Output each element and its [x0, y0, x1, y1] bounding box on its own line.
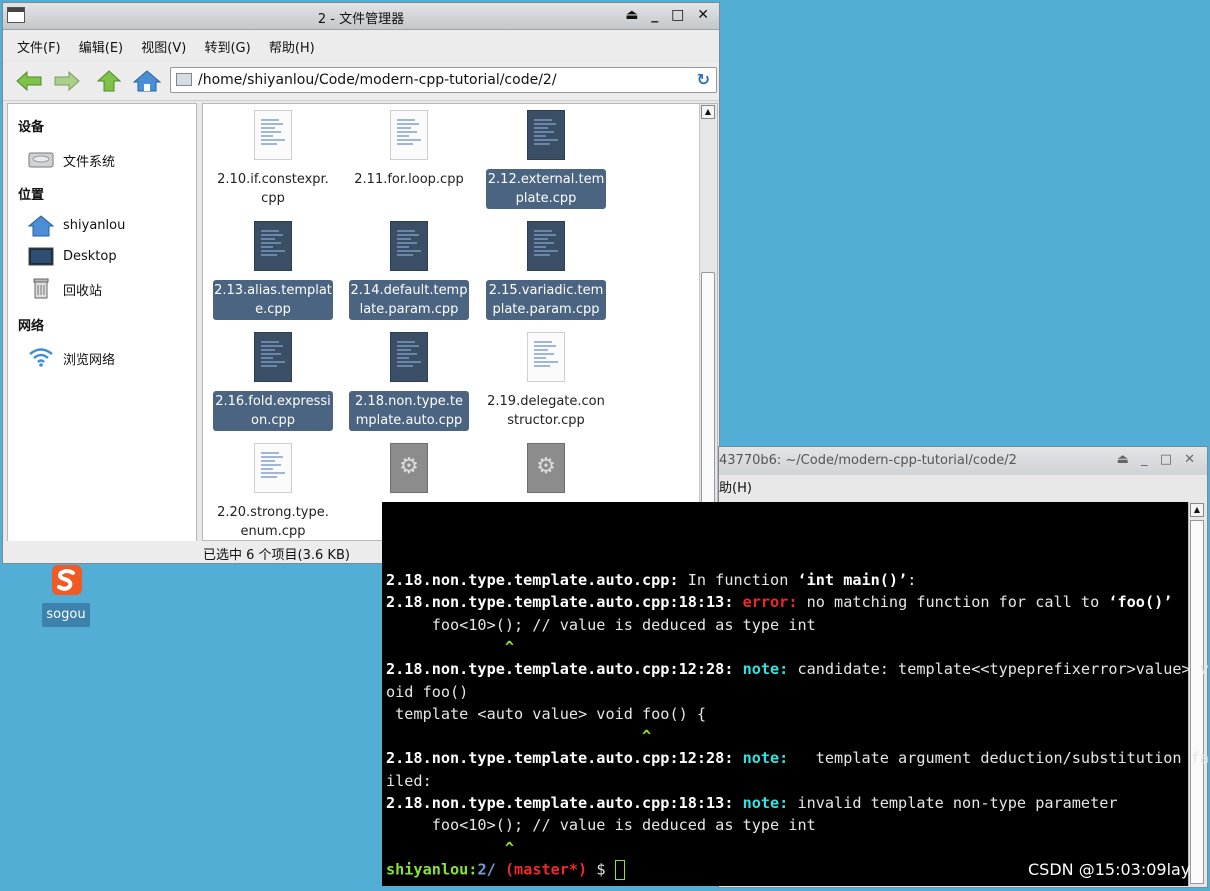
back-arrow-icon[interactable]	[15, 70, 43, 92]
drive-icon	[28, 152, 54, 168]
menu-file[interactable]: 文件(F)	[17, 37, 61, 56]
source-file-icon	[527, 110, 565, 160]
sidebar-item-label: 文件系统	[63, 155, 116, 170]
terminal-line: foo<10>(); // value is deduced as type i…	[386, 816, 816, 835]
source-file-icon	[390, 110, 428, 160]
up-arrow-icon[interactable]	[95, 70, 123, 92]
source-file-icon	[390, 332, 428, 382]
file-name: 2.12.external.template.cpp	[486, 169, 606, 209]
file-manager-window: 2 - 文件管理器 ⏏ _ □ ✕ 文件(F) 编辑(E) 视图(V) 转到(G…	[2, 2, 720, 564]
vertical-scrollbar[interactable]: ▲ ▼	[699, 104, 717, 540]
terminal-cursor	[614, 860, 625, 880]
source-file-icon	[254, 221, 292, 271]
terminal-line: iled:	[386, 771, 432, 790]
menu-view[interactable]: 视图(V)	[141, 37, 186, 56]
file-name: 2.13.alias.template.cpp	[213, 280, 333, 320]
terminal-line: oid foo()	[386, 682, 469, 701]
source-file-icon	[390, 221, 428, 271]
sogou-icon[interactable]	[50, 565, 84, 595]
file-item[interactable]: 2.19.delegate.constructor.cpp	[482, 326, 610, 432]
menu-bar: 文件(F) 编辑(E) 视图(V) 转到(G) 帮助(H)	[3, 30, 719, 60]
prompt-symbol: $	[596, 860, 606, 879]
terminal-line: template <auto value> void foo() {	[386, 704, 707, 723]
menu-edit[interactable]: 编辑(E)	[79, 37, 123, 56]
file-name: 2.11.for.loop.cpp	[354, 172, 464, 187]
terminal-line: 2.18.non.type.template.auto.cpp:18:13: n…	[386, 794, 1118, 812]
sidebar-item-label: shiyanlou	[63, 218, 126, 233]
file-item[interactable]: 2.18.non.type.template.auto.cpp	[345, 326, 473, 432]
source-file-icon	[254, 332, 292, 382]
wifi-icon	[29, 348, 53, 367]
home-icon[interactable]	[133, 70, 161, 92]
file-name: 2.20.strong.type.enum.cpp	[217, 505, 329, 539]
terminal-title: 43770b6: ~/Code/modern-cpp-tutorial/code…	[719, 453, 1017, 468]
file-view[interactable]: 2.10.if.constexpr.cpp 2.11.for.loop.cpp 2.…	[202, 103, 718, 541]
trash-icon	[33, 278, 49, 299]
terminal-line: ^	[386, 637, 515, 656]
scroll-thumb[interactable]	[1190, 520, 1204, 884]
prompt-branch: (master*)	[504, 860, 588, 879]
terminal-prompt[interactable]: shiyanlou:2/ (master*) $	[386, 860, 625, 880]
file-item[interactable]: 2.11.for.loop.cpp	[345, 104, 473, 210]
selection-status: 已选中 6 个项目(3.6 KB)	[203, 548, 350, 563]
location-path[interactable]: /home/shiyanlou/Code/modern-cpp-tutorial…	[198, 72, 557, 88]
terminal-menu-help[interactable]: 助(H)	[719, 477, 752, 496]
watermark: CSDN @15:03:09lay	[1028, 860, 1191, 879]
file-item[interactable]: 2.13.alias.template.cpp	[209, 215, 337, 321]
sidebar-header-devices: 设备	[18, 120, 45, 135]
sidebar: 设备 文件系统 位置 shiyanlou Desktop 回收站 网络 浏览网络	[7, 103, 197, 561]
terminal-line: 2.18.non.type.template.auto.cpp:12:28: n…	[386, 660, 1209, 679]
file-name: 2.14.default.template.param.cpp	[349, 280, 469, 320]
file-name: 2.19.delegate.constructor.cpp	[487, 394, 605, 428]
source-file-icon	[254, 110, 292, 160]
terminal-line: ^	[386, 838, 515, 857]
desktop-icon-label[interactable]: sogou	[42, 603, 90, 627]
prompt-user: shiyanlou	[386, 860, 469, 879]
file-item[interactable]: 2.16.fold.expression.cpp	[209, 326, 337, 432]
file-name: 2.16.fold.expression.cpp	[213, 391, 333, 431]
terminal-line: 2.18.non.type.template.auto.cpp:12:28: n…	[386, 749, 1209, 768]
scroll-up-arrow-icon[interactable]: ▲	[701, 105, 715, 119]
file-name: 2.10.if.constexpr.cpp	[217, 172, 329, 206]
scroll-thumb[interactable]	[701, 272, 715, 517]
terminal-line: 2.18.non.type.template.auto.cpp:18:13: e…	[386, 593, 1173, 612]
terminal-line: foo<10>(); // value is deduced as type i…	[386, 615, 816, 634]
file-item[interactable]: 2.14.default.template.param.cpp	[345, 215, 473, 321]
desktop-icon	[28, 247, 54, 266]
window-controls[interactable]: ⏏ _ □ ✕	[625, 7, 713, 23]
home-icon	[28, 215, 54, 237]
scroll-up-arrow-icon[interactable]: ▲	[1190, 503, 1204, 517]
toolbar: /home/shiyanlou/Code/modern-cpp-tutorial…	[3, 62, 719, 101]
executable-file-icon: ⚙	[390, 443, 428, 493]
terminal-window-controls[interactable]: ⏏ _ □ ✕	[1117, 452, 1199, 467]
sidebar-header-network: 网络	[18, 319, 45, 334]
file-name: 2.18.non.type.template.auto.cpp	[349, 391, 469, 431]
title-bar[interactable]: 2 - 文件管理器 ⏏ _ □ ✕	[3, 3, 719, 30]
file-item[interactable]: 2.10.if.constexpr.cpp	[209, 104, 337, 210]
folder-icon	[176, 73, 192, 86]
sidebar-item-label: 回收站	[63, 284, 103, 299]
window-title: 2 - 文件管理器	[317, 12, 405, 27]
forward-arrow-icon[interactable]	[53, 70, 81, 92]
location-bar[interactable]: /home/shiyanlou/Code/modern-cpp-tutorial…	[170, 67, 717, 93]
sidebar-header-places: 位置	[18, 188, 45, 203]
reload-icon[interactable]: ↻	[697, 70, 710, 89]
file-item[interactable]: 2.12.external.template.cpp	[482, 104, 610, 210]
sidebar-item-label: 浏览网络	[63, 353, 116, 368]
terminal-scrollbar[interactable]: ▲	[1188, 502, 1206, 886]
prompt-dir: 2/	[477, 860, 496, 879]
file-item[interactable]: 2.15.variadic.template.param.cpp	[482, 215, 610, 321]
source-file-icon	[527, 221, 565, 271]
menu-help[interactable]: 帮助(H)	[269, 37, 315, 56]
menu-go[interactable]: 转到(G)	[204, 37, 250, 56]
terminal-line: ^	[386, 727, 652, 746]
source-file-icon	[527, 332, 565, 382]
terminal-title-bar[interactable]: 43770b6: ~/Code/modern-cpp-tutorial/code…	[719, 447, 1207, 475]
source-file-icon	[254, 443, 292, 493]
executable-file-icon: ⚙	[527, 443, 565, 493]
terminal-line: 2.18.non.type.template.auto.cpp: In func…	[386, 571, 917, 589]
file-name: 2.15.variadic.template.param.cpp	[486, 280, 606, 320]
file-item[interactable]: 2.20.strong.type.enum.cpp	[209, 437, 337, 540]
sidebar-item-label: Desktop	[63, 249, 117, 264]
